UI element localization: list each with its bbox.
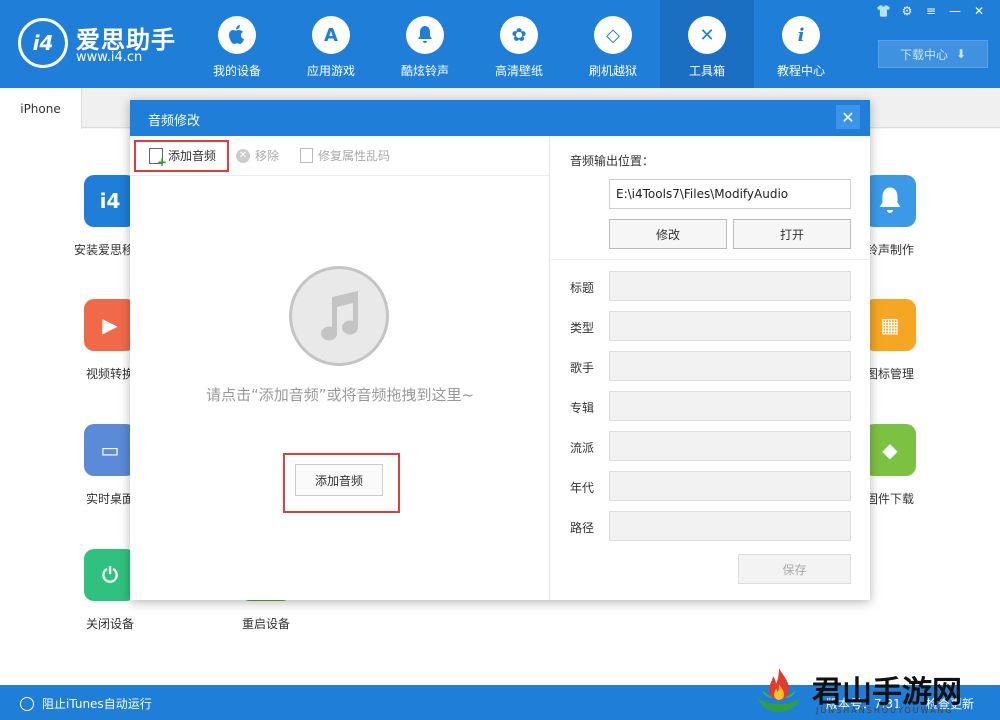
- nav-flash-jailbreak[interactable]: ◇ 刷机越狱: [566, 0, 660, 88]
- field-label-path: 路径: [570, 521, 595, 535]
- itunes-block-label: 阻止iTunes自动运行: [42, 697, 152, 711]
- field-label-year: 年代: [570, 481, 595, 495]
- download-center-button[interactable]: 下载中心 ⬇: [878, 40, 988, 68]
- repair-garbled-button[interactable]: 修复属性乱码: [300, 147, 390, 164]
- nav-label: 我的设备: [212, 64, 261, 78]
- tool-glyph: i4: [99, 189, 121, 213]
- nav-tutorials[interactable]: i 教程中心: [754, 0, 848, 88]
- monitor-icon: ▭: [84, 424, 136, 476]
- window-controls: 👕 ⚙ ≡ — ✕: [876, 4, 986, 18]
- watermark-subtext: JUNSHANSHOUYOUWANG: [816, 706, 954, 715]
- tools-icon: ✕: [688, 16, 726, 54]
- path-input[interactable]: [609, 511, 851, 541]
- download-center-label: 下载中心: [899, 47, 948, 62]
- tool-glyph: ▦: [880, 313, 900, 337]
- close-icon: ✕: [841, 107, 855, 127]
- download-icon: ⬇: [955, 47, 967, 61]
- nav-label: 刷机越狱: [588, 64, 637, 78]
- main-nav: 我的设备 A 应用游戏 酷炫铃声 ✿ 高清壁纸 ◇ 刷机越狱 ✕ 工具箱 i 教…: [190, 0, 848, 88]
- document-icon: [300, 148, 313, 163]
- flower-icon: ✿: [500, 16, 538, 54]
- dialog-close-button[interactable]: ✕: [836, 105, 860, 129]
- minimize-icon[interactable]: —: [948, 4, 962, 18]
- i4-app-icon: i4: [84, 175, 136, 227]
- nav-wallpapers[interactable]: ✿ 高清壁纸: [472, 0, 566, 88]
- title-input[interactable]: [609, 271, 851, 301]
- nav-my-device[interactable]: 我的设备: [190, 0, 284, 88]
- audio-toolbar: 添加音频 ✕ 移除 修复属性乱码: [130, 136, 549, 176]
- gear-icon[interactable]: ⚙: [900, 4, 914, 18]
- bell-plus-icon: [864, 175, 916, 227]
- dialog-title: 音频修改: [148, 114, 201, 129]
- tab-iphone[interactable]: iPhone: [0, 88, 82, 129]
- add-audio-button[interactable]: 添加音频: [149, 147, 217, 169]
- nav-label: 教程中心: [776, 64, 825, 78]
- save-button[interactable]: 保存: [738, 554, 851, 584]
- nav-label: 酷炫铃声: [400, 64, 449, 78]
- i4-logo-icon: i4: [18, 18, 68, 68]
- output-path-field[interactable]: E:\i4Tools7\Files\ModifyAudio: [609, 179, 851, 209]
- flame-logo-icon: [752, 662, 806, 716]
- remove-icon: ✕: [236, 148, 250, 163]
- menu-icon[interactable]: ≡: [924, 4, 938, 18]
- tool-glyph: ▭: [100, 438, 120, 462]
- shirt-icon[interactable]: 👕: [876, 4, 891, 18]
- bell-icon: [406, 16, 444, 54]
- nav-toolbox[interactable]: ✕ 工具箱: [660, 0, 754, 88]
- audio-list-pane[interactable]: 添加音频 ✕ 移除 修复属性乱码 请点击“添加音频”或将音频拖拽到这里~ 添加音…: [130, 136, 550, 600]
- field-label-title: 标题: [570, 281, 595, 295]
- artist-input[interactable]: [609, 351, 851, 381]
- album-input[interactable]: [609, 391, 851, 421]
- dialog-titlebar: 音频修改 ✕: [130, 100, 870, 136]
- nav-ringtones[interactable]: 酷炫铃声: [378, 0, 472, 88]
- tool-glyph: ▶: [102, 313, 118, 337]
- nav-apps-games[interactable]: A 应用游戏: [284, 0, 378, 88]
- music-note-icon: [289, 266, 389, 366]
- brand-url: www.i4.cn: [76, 50, 143, 65]
- audio-edit-dialog: 音频修改 ✕ 添加音频 ✕ 移除 修复属性乱码 请点击“添加: [130, 100, 870, 600]
- circle-icon: [20, 696, 34, 711]
- audio-properties-pane: 音频输出位置： E:\i4Tools7\Files\ModifyAudio 修改…: [551, 136, 870, 600]
- nav-label: 工具箱: [688, 64, 725, 78]
- type-input[interactable]: [609, 311, 851, 341]
- power-icon: ⏻: [84, 549, 136, 601]
- watermark-text: 君山手游网: [812, 675, 962, 710]
- modify-path-button[interactable]: 修改: [609, 219, 727, 249]
- open-folder-button[interactable]: 打开: [733, 219, 851, 249]
- info-icon: i: [782, 16, 820, 54]
- tool-label: 重启设备: [241, 617, 290, 631]
- app-store-icon: A: [312, 16, 350, 54]
- cube-icon: ◆: [864, 424, 916, 476]
- itunes-block-toggle[interactable]: 阻止iTunes自动运行: [20, 695, 152, 712]
- genre-input[interactable]: [609, 431, 851, 461]
- nav-label: 高清壁纸: [494, 64, 543, 78]
- dropbox-icon: ◇: [594, 16, 632, 54]
- field-label-album: 专辑: [570, 401, 595, 415]
- year-input[interactable]: [609, 471, 851, 501]
- remove-label: 移除: [255, 149, 280, 163]
- close-window-icon[interactable]: ✕: [972, 4, 986, 18]
- add-audio-label: 添加音频: [168, 149, 217, 163]
- grid-icon: ▦: [864, 299, 916, 351]
- tool-label: 关闭设备: [85, 617, 134, 631]
- output-location-label: 音频输出位置：: [570, 154, 655, 168]
- field-label-artist: 歌手: [570, 361, 595, 375]
- watermark: 君山手游网 JUNSHANSHOUYOUWANG: [752, 658, 1000, 720]
- add-file-icon: [149, 147, 167, 169]
- tool-glyph: ◆: [882, 438, 898, 462]
- field-label-genre: 流派: [570, 441, 595, 455]
- apple-icon: [218, 16, 256, 54]
- drop-hint: 请点击“添加音频”或将音频拖拽到这里~: [205, 386, 475, 404]
- nav-label: 应用游戏: [306, 64, 355, 78]
- center-add-audio-button[interactable]: 添加音频: [295, 464, 383, 496]
- app-header: i4 爱思助手 www.i4.cn 我的设备 A 应用游戏 酷炫铃声 ✿ 高清壁…: [0, 0, 1000, 88]
- divider: [551, 259, 870, 260]
- field-label-type: 类型: [570, 321, 595, 335]
- video-play-icon: ▶: [84, 299, 136, 351]
- repair-label: 修复属性乱码: [318, 149, 391, 163]
- logo-text: i4: [32, 31, 54, 55]
- tool-glyph: ⏻: [102, 563, 118, 587]
- remove-button[interactable]: ✕ 移除: [236, 147, 279, 164]
